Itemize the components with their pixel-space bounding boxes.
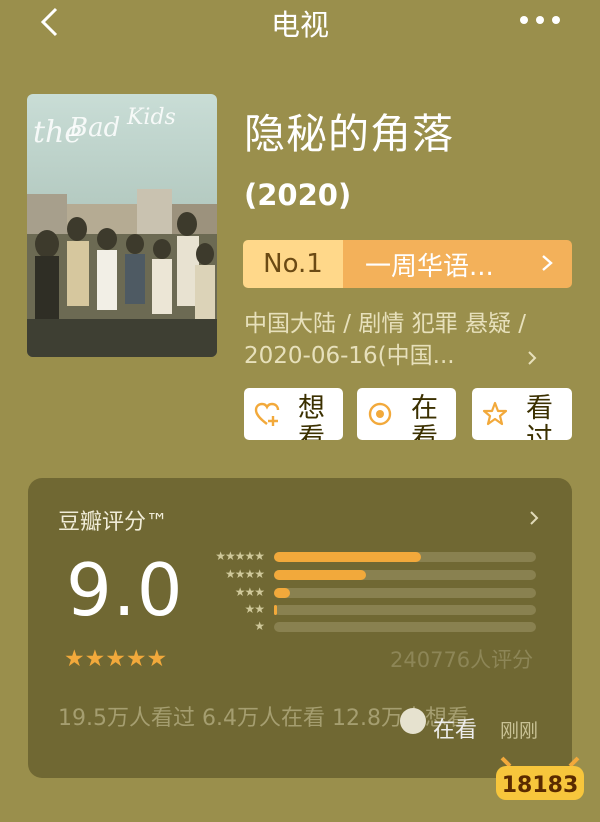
watched-button[interactable]: 看过 bbox=[472, 388, 572, 440]
rating-bar-4-star: ★★★★ bbox=[196, 567, 540, 584]
target-circle-icon bbox=[368, 402, 392, 426]
more-dots-icon[interactable] bbox=[516, 8, 564, 32]
watched-label: 看过 bbox=[526, 393, 553, 441]
svg-text:Kids: Kids bbox=[126, 105, 176, 130]
rating-bar-2-star: ★★ bbox=[196, 602, 540, 619]
rating-score: 9.0 bbox=[66, 548, 184, 632]
rating-bar-5-star: ★★★★★ bbox=[196, 549, 540, 566]
movie-meta[interactable]: 中国大陆 / 剧情 犯罪 悬疑 / 2020-06-16(中国... bbox=[244, 308, 544, 372]
movie-title: 隐秘的角落 bbox=[244, 110, 454, 158]
rank-label: 一周华语... bbox=[365, 251, 494, 282]
watching-button[interactable]: 在看 bbox=[357, 388, 456, 440]
bar-fill bbox=[274, 605, 277, 615]
star-outline-icon bbox=[482, 401, 508, 426]
bar-star-label: ★ bbox=[254, 619, 265, 633]
rating-card-title: 豆瓣评分™ bbox=[58, 510, 169, 535]
svg-text:Bad: Bad bbox=[68, 113, 120, 143]
bar-star-label: ★★★★ bbox=[224, 567, 265, 581]
svg-text:18183: 18183 bbox=[502, 773, 579, 798]
want-to-watch-label: 想看 bbox=[298, 393, 325, 441]
bar-star-label: ★★★★★ bbox=[215, 549, 265, 563]
movie-year: (2020) bbox=[244, 178, 352, 212]
movie-poster[interactable]: the Bad Kids bbox=[27, 94, 217, 357]
site-logo: 18183 bbox=[492, 752, 588, 804]
bar-star-label: ★★ bbox=[244, 602, 265, 616]
rank-number: No.1 bbox=[243, 240, 343, 288]
rating-bar-3-star: ★★★ bbox=[196, 585, 540, 602]
star-rating: ★★★★★ bbox=[64, 646, 168, 672]
ranking-badge[interactable]: No.1 一周华语... bbox=[243, 240, 572, 288]
bar-star-label: ★★★ bbox=[234, 585, 265, 599]
recent-time-label: 刚刚 bbox=[500, 720, 539, 742]
watching-label: 在看 bbox=[411, 393, 438, 441]
heart-plus-icon bbox=[254, 402, 280, 426]
live-watching-label: 在看 bbox=[433, 718, 478, 743]
chevron-right-icon bbox=[542, 255, 553, 271]
chevron-right-icon bbox=[530, 511, 539, 525]
rating-bar-1-star: ★ bbox=[196, 619, 540, 636]
chevron-right-icon bbox=[528, 351, 537, 365]
want-to-watch-button[interactable]: 想看 bbox=[244, 388, 343, 440]
bar-fill bbox=[274, 570, 366, 580]
bar-fill bbox=[274, 588, 290, 598]
page-title: 电视 bbox=[270, 8, 329, 42]
rating-count: 240776人评分 bbox=[390, 648, 534, 672]
bar-fill bbox=[274, 552, 421, 562]
avatar bbox=[400, 708, 426, 734]
